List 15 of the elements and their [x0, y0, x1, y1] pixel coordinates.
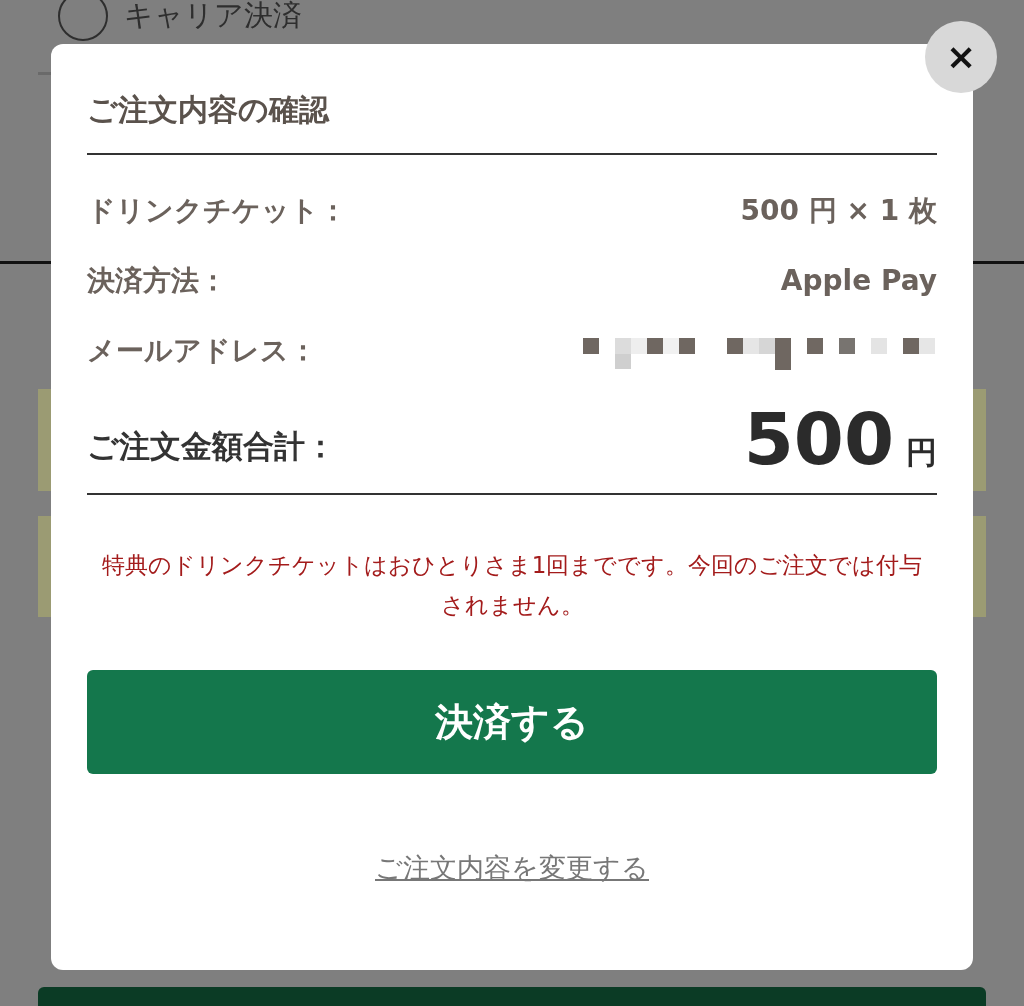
pay-button[interactable]: 決済する: [87, 670, 937, 774]
field-label: 決済方法：: [87, 263, 227, 299]
currency-unit: 円: [906, 432, 937, 472]
change-order-link[interactable]: ご注文内容を変更する: [375, 848, 649, 889]
close-button[interactable]: ×: [925, 21, 997, 93]
notice-text: 特典のドリンクチケットはおひとりさま1回までです。今回のご注文では付与されません。: [100, 551, 924, 620]
payment-option-label: キャリア決済: [124, 0, 302, 35]
dialog-title: ご注文内容の確認: [87, 91, 329, 129]
radio-button[interactable]: [58, 0, 108, 41]
field-label: ドリンクチケット：: [87, 193, 347, 229]
field-value: 500 円 × 1 枚: [740, 193, 937, 229]
total-label: ご注文金額合計：: [87, 426, 336, 466]
field-value: Apple Pay: [780, 263, 937, 299]
total-amount: 500: [743, 403, 894, 475]
field-label: メールアドレス：: [87, 333, 317, 369]
